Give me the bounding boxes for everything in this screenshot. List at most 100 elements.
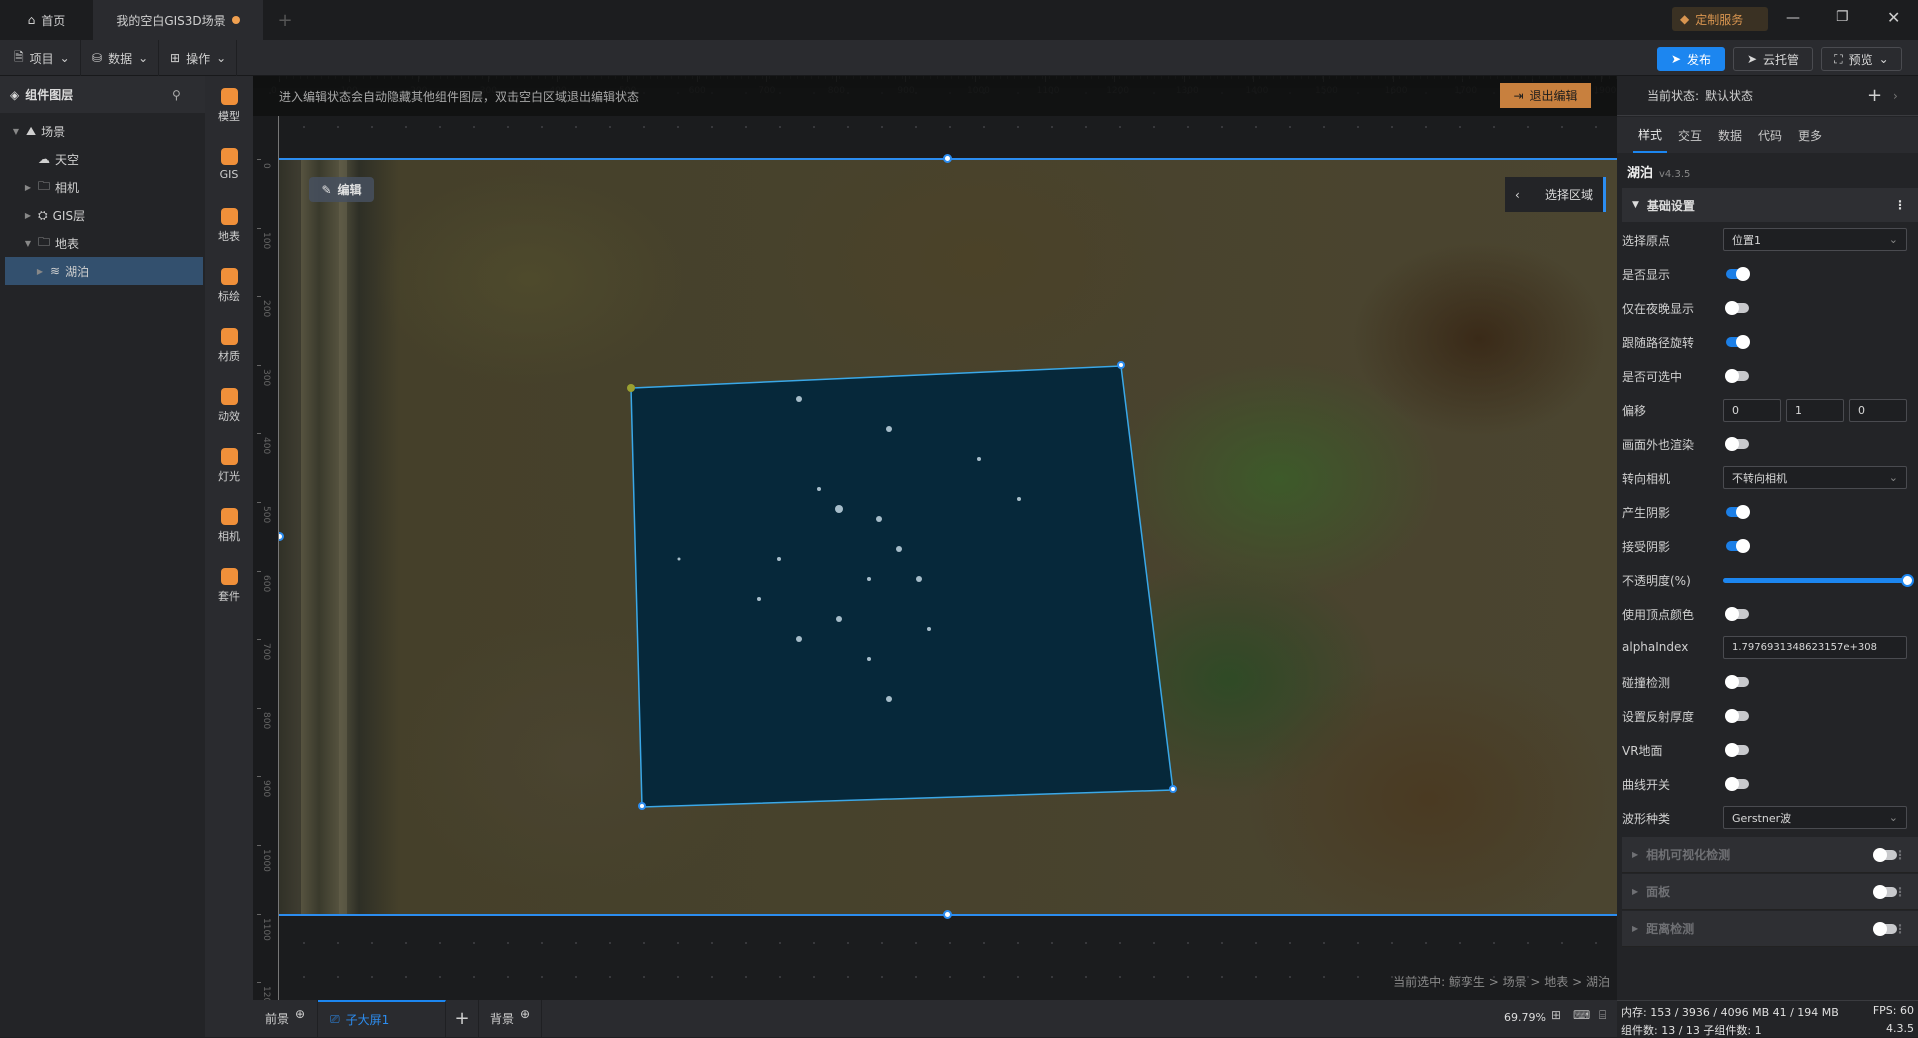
- chevron-left-icon[interactable]: ‹: [1515, 188, 1520, 202]
- map-viewport[interactable]: [279, 159, 1617, 915]
- add-circle-icon[interactable]: ⊕: [520, 1007, 530, 1021]
- tree-item[interactable]: ▶ 🗀 相机: [5, 173, 203, 201]
- state-value[interactable]: 默认状态: [1705, 87, 1753, 104]
- fit-screen-icon[interactable]: ⊞: [1551, 1008, 1561, 1022]
- property-select[interactable]: 位置1 ⌄: [1723, 228, 1907, 251]
- restore-button[interactable]: ❐: [1836, 9, 1849, 25]
- tool-model[interactable]: 模型: [205, 88, 253, 124]
- property-toggle[interactable]: [1725, 301, 1749, 315]
- preview-button[interactable]: ⛶ 预览 ⌄: [1821, 47, 1902, 71]
- section-collapsed[interactable]: ▶ 距离检测 ⋮: [1622, 911, 1918, 947]
- tab-3[interactable]: 代码: [1753, 117, 1787, 153]
- vertex-handle[interactable]: [638, 802, 646, 810]
- vertical-ruler: 0 100 200 300 400 500 600 700 800 900 1000 1100 1200: [253, 116, 279, 1009]
- offset-input-y[interactable]: 1: [1786, 399, 1844, 422]
- terminal-icon[interactable]: ⌸: [1599, 1008, 1606, 1023]
- project-menu[interactable]: 🗎 项目 ⌄: [4, 40, 81, 76]
- select-area-panel[interactable]: ‹ 选择区域: [1505, 177, 1606, 212]
- custom-service-button[interactable]: ◆ 定制服务: [1672, 7, 1768, 31]
- caret-icon[interactable]: ▶: [35, 267, 45, 276]
- tab-4[interactable]: 更多: [1793, 117, 1827, 153]
- property-toggle[interactable]: [1726, 505, 1750, 519]
- operate-menu[interactable]: ⊞ 操作 ⌄: [160, 40, 238, 76]
- tab-home[interactable]: ⌂ 首页: [0, 0, 93, 40]
- tree-item[interactable]: ☁ 天空: [5, 145, 203, 173]
- tab-sub-screen[interactable]: ⎚ 子大屏1: [318, 1000, 446, 1037]
- tab-2[interactable]: 数据: [1713, 117, 1747, 153]
- caret-icon[interactable]: ▼: [23, 239, 33, 248]
- more-vertical-icon[interactable]: ⋮: [1894, 848, 1906, 862]
- more-vertical-icon[interactable]: ⋮: [1894, 922, 1906, 936]
- vertex-handle[interactable]: [1169, 785, 1177, 793]
- section-collapsed[interactable]: ▶ 相机可视化检测 ⋮: [1622, 837, 1918, 873]
- tab-0[interactable]: 样式: [1633, 117, 1667, 153]
- tool-gis[interactable]: GIS: [205, 148, 253, 181]
- caret-icon[interactable]: ▶: [23, 183, 33, 192]
- input-value: 1.7976931348623157e+308: [1732, 642, 1877, 653]
- offset-input-x[interactable]: 0: [1723, 399, 1781, 422]
- property-toggle[interactable]: [1726, 267, 1750, 281]
- close-button[interactable]: ✕: [1887, 8, 1900, 27]
- chevron-right-icon[interactable]: ›: [1893, 89, 1898, 103]
- input-value: 0: [1732, 404, 1739, 417]
- ruler-tick: [257, 570, 261, 572]
- property-toggle[interactable]: [1725, 607, 1749, 621]
- more-vertical-icon[interactable]: ⋮: [1894, 198, 1906, 212]
- tree-item[interactable]: ▶ ⛭ GIS层: [5, 201, 203, 229]
- property-toggle[interactable]: [1725, 709, 1749, 723]
- section-basic-settings[interactable]: ▼ 基础设置 ⋮: [1622, 188, 1918, 222]
- offset-input-z[interactable]: 0: [1849, 399, 1907, 422]
- property-toggle[interactable]: [1725, 369, 1749, 383]
- opacity-slider-thumb[interactable]: [1901, 574, 1914, 587]
- search-icon[interactable]: ⚲: [172, 88, 181, 102]
- tab-foreground[interactable]: 前景 ⊕: [253, 1000, 318, 1037]
- tree-item[interactable]: ▼ 🗀 地表: [5, 229, 203, 257]
- edit-badge[interactable]: ✎ 编辑: [309, 177, 374, 202]
- tree-item[interactable]: ▼ ⛰ 场景: [5, 117, 203, 145]
- tab-scene[interactable]: 我的空白GIS3D场景: [93, 0, 263, 40]
- caret-icon[interactable]: ▼: [11, 127, 21, 136]
- tool-marker[interactable]: 标绘: [205, 268, 253, 304]
- tool-material[interactable]: 材质: [205, 328, 253, 364]
- tool-label: 模型: [218, 110, 240, 123]
- property-toggle[interactable]: [1726, 335, 1750, 349]
- alpha-index-input[interactable]: 1.7976931348623157e+308: [1723, 636, 1907, 659]
- property-toggle[interactable]: [1725, 437, 1749, 451]
- tool-kit[interactable]: 套件: [205, 568, 253, 604]
- property-select[interactable]: 不转向相机 ⌄: [1723, 466, 1907, 489]
- more-vertical-icon[interactable]: ⋮: [1894, 885, 1906, 899]
- add-circle-icon[interactable]: ⊕: [295, 1007, 305, 1021]
- property-toggle[interactable]: [1725, 743, 1749, 757]
- property-label: 是否可选中: [1622, 370, 1683, 384]
- tool-label: 灯光: [218, 470, 240, 483]
- add-state-icon[interactable]: +: [1867, 85, 1882, 106]
- tool-effect[interactable]: 动效: [205, 388, 253, 424]
- tab-background[interactable]: 背景 ⊕: [479, 1000, 542, 1037]
- keyboard-icon[interactable]: ⌨: [1573, 1008, 1590, 1022]
- effect-icon: [220, 388, 238, 405]
- new-tab-button[interactable]: +: [270, 0, 300, 40]
- data-menu[interactable]: ⛁ 数据 ⌄: [82, 40, 160, 76]
- ruler-tick: [257, 982, 261, 984]
- tool-light[interactable]: 灯光: [205, 448, 253, 484]
- section-collapsed[interactable]: ▶ 面板 ⋮: [1622, 874, 1918, 910]
- property-select[interactable]: Gerstner波 ⌄: [1723, 806, 1907, 829]
- exit-edit-button[interactable]: ⇥ 退出编辑: [1500, 83, 1591, 108]
- resize-handle-top[interactable]: [943, 154, 952, 163]
- property-toggle[interactable]: [1726, 539, 1750, 553]
- cloud-host-button[interactable]: ➤ 云托管: [1733, 47, 1813, 71]
- vertex-handle[interactable]: [1117, 361, 1125, 369]
- tree-item[interactable]: ▶ ≋ 湖泊: [5, 257, 203, 285]
- minimize-button[interactable]: —: [1786, 10, 1800, 26]
- property-toggle[interactable]: [1725, 675, 1749, 689]
- tab-1[interactable]: 交互: [1673, 117, 1707, 153]
- resize-handle-bottom[interactable]: [943, 910, 952, 919]
- property-toggle[interactable]: [1725, 777, 1749, 791]
- add-screen-button[interactable]: +: [446, 1000, 479, 1037]
- tool-camera[interactable]: 相机: [205, 508, 253, 544]
- publish-button[interactable]: ➤ 发布: [1657, 47, 1725, 71]
- tool-terrain[interactable]: 地表: [205, 208, 253, 244]
- lake-polygon[interactable]: [630, 365, 1174, 808]
- property-label: 产生阴影: [1622, 506, 1671, 520]
- caret-icon[interactable]: ▶: [23, 211, 33, 220]
